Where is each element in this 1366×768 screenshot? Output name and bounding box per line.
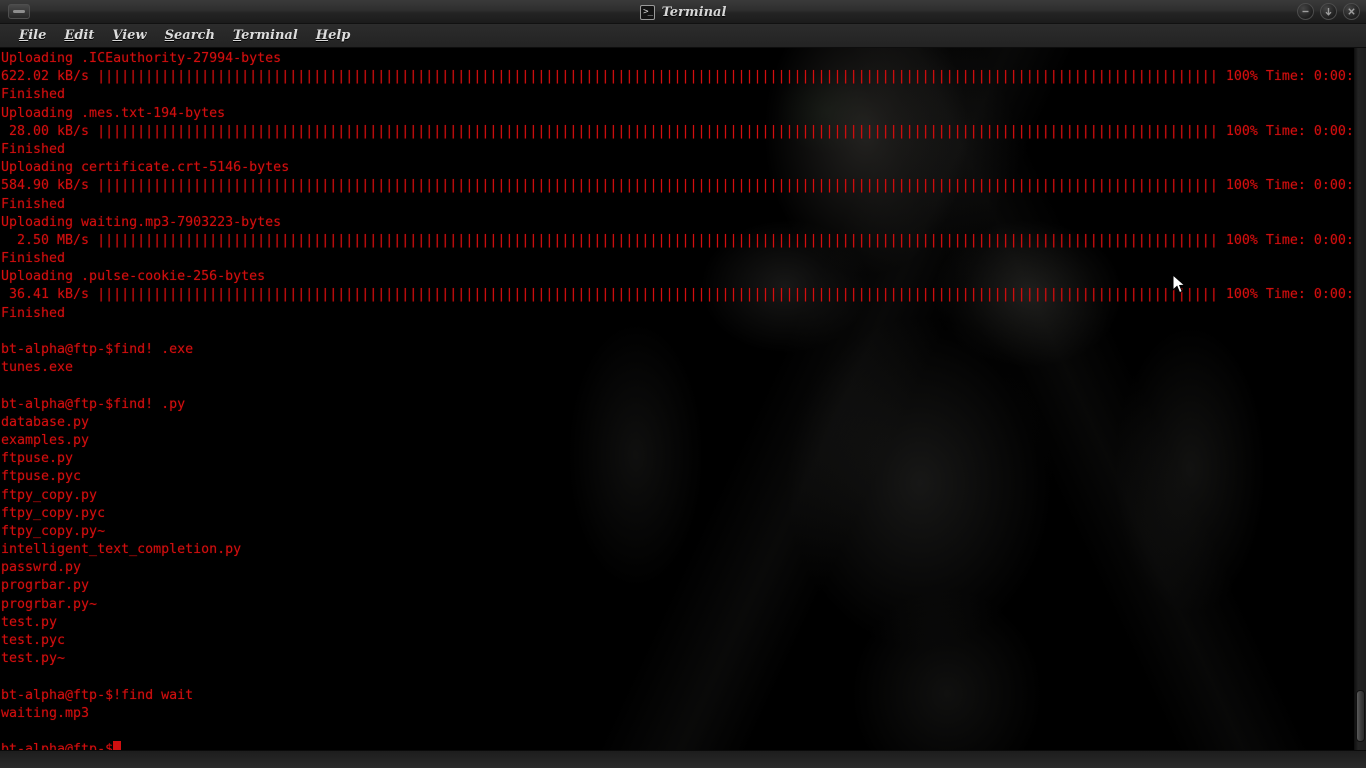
title-bar[interactable]: >_ Terminal (0, 0, 1366, 24)
terminal-output-line: Uploading .ICEauthority-27994-bytes (1, 51, 282, 66)
maximize-icon (1325, 8, 1332, 16)
close-icon (1348, 8, 1355, 15)
menu-label: earch (174, 28, 215, 43)
terminal-output-line: Finished (1, 251, 66, 267)
terminal-progress-line: 36.41 kB/s |||||||||||||||||||||||||||||… (1, 287, 1353, 303)
terminal-output-line: progrbar.py~ (1, 596, 98, 612)
menu-item-file[interactable]: File (10, 28, 55, 43)
text-cursor (113, 741, 122, 750)
terminal-window: >_ Terminal File Edit View Search Termin… (0, 0, 1366, 768)
terminal-output-line: intelligent_text_completion.py (1, 542, 242, 558)
menu-item-view[interactable]: View (103, 28, 155, 43)
terminal-output-line: test.py~ (1, 651, 66, 667)
terminal-output-line: Uploading certificate.crt-5146-bytes (1, 160, 290, 176)
terminal-output-line: Uploading .mes.txt-194-bytes (1, 105, 226, 121)
menu-item-terminal[interactable]: Terminal (224, 28, 307, 43)
terminal-progress-line: 584.90 kB/s ||||||||||||||||||||||||||||… (1, 178, 1353, 194)
terminal-prompt-icon: >_ (639, 4, 655, 20)
menu-mnemonic: V (112, 28, 123, 43)
terminal-output[interactable]: Uploading .ICEauthority-27994-bytes 622.0… (0, 48, 1353, 750)
menu-label: elp (328, 28, 351, 43)
terminal-output-line: Finished (1, 196, 66, 212)
terminal-command-line: bt-alpha@ftp-$find! .py (1, 396, 186, 412)
menu-mnemonic: E (64, 28, 75, 43)
menu-item-help[interactable]: Help (307, 28, 360, 43)
prompt-text: bt-alpha@ftp-$ (1, 742, 114, 750)
terminal-scrollbar[interactable] (1353, 48, 1366, 750)
terminal-output-line: ftpy_copy.pyc (1, 505, 106, 521)
minimize-button[interactable] (1297, 3, 1314, 20)
window-bottom-border (0, 750, 1366, 768)
terminal-output-line: Finished (1, 305, 66, 321)
menu-mnemonic: H (315, 28, 329, 43)
scrollbar-thumb[interactable] (1356, 690, 1365, 742)
terminal-command-line: bt-alpha@ftp-$!find wait (1, 687, 194, 703)
terminal-output-line: waiting.mp3 (1, 705, 90, 721)
terminal-output-line: ftpuse.pyc (1, 469, 82, 485)
title-bar-center: >_ Terminal (0, 0, 1366, 24)
menu-mnemonic: T (232, 28, 242, 43)
menu-item-edit[interactable]: Edit (55, 28, 103, 43)
terminal-content-area[interactable]: Uploading .ICEauthority-27994-bytes 622.0… (0, 48, 1353, 750)
terminal-output-line: test.pyc (1, 633, 66, 648)
terminal-output-line: Uploading waiting.mp3-7903223-bytes (1, 214, 282, 230)
terminal-output-line: database.py (1, 414, 90, 430)
terminal-output-line: Uploading .pulse-cookie-256-bytes (1, 269, 266, 285)
terminal-output-line: ftpuse.py (1, 451, 74, 467)
window-buttons (1297, 3, 1360, 20)
menu-label: dit (74, 28, 95, 43)
window-title: Terminal (661, 4, 727, 20)
menu-mnemonic: S (164, 28, 175, 43)
close-button[interactable] (1343, 3, 1360, 20)
terminal-output-line: Finished (1, 87, 66, 103)
terminal-output-line: Finished (1, 141, 66, 157)
terminal-output-line: progrbar.py (1, 578, 90, 594)
menu-item-search[interactable]: Search (156, 28, 224, 43)
terminal-progress-line: 2.50 MB/s ||||||||||||||||||||||||||||||… (1, 232, 1353, 248)
maximize-button[interactable] (1320, 3, 1337, 20)
terminal-progress-line: 622.02 kB/s ||||||||||||||||||||||||||||… (1, 69, 1353, 85)
terminal-output-line: passwrd.py (1, 560, 82, 576)
terminal-output-line: tunes.exe (1, 360, 74, 376)
terminal-command-line: bt-alpha@ftp-$find! .exe (1, 342, 194, 357)
terminal-progress-line: 28.00 kB/s |||||||||||||||||||||||||||||… (1, 123, 1353, 139)
terminal-output-line: ftpy_copy.py~ (1, 523, 106, 539)
menu-label: iew (122, 28, 147, 43)
terminal-output-line: test.py (1, 614, 58, 630)
terminal-output-line: ftpy_copy.py (1, 487, 98, 503)
menu-bar: File Edit View Search Terminal Help (0, 24, 1366, 48)
menu-label: erminal (241, 28, 298, 43)
terminal-active-prompt[interactable]: bt-alpha@ftp-$ (1, 741, 1353, 750)
minimize-icon (1302, 10, 1309, 13)
menu-label: ile (28, 28, 47, 43)
terminal-output-line: examples.py (1, 432, 90, 448)
menu-mnemonic: F (19, 28, 29, 43)
